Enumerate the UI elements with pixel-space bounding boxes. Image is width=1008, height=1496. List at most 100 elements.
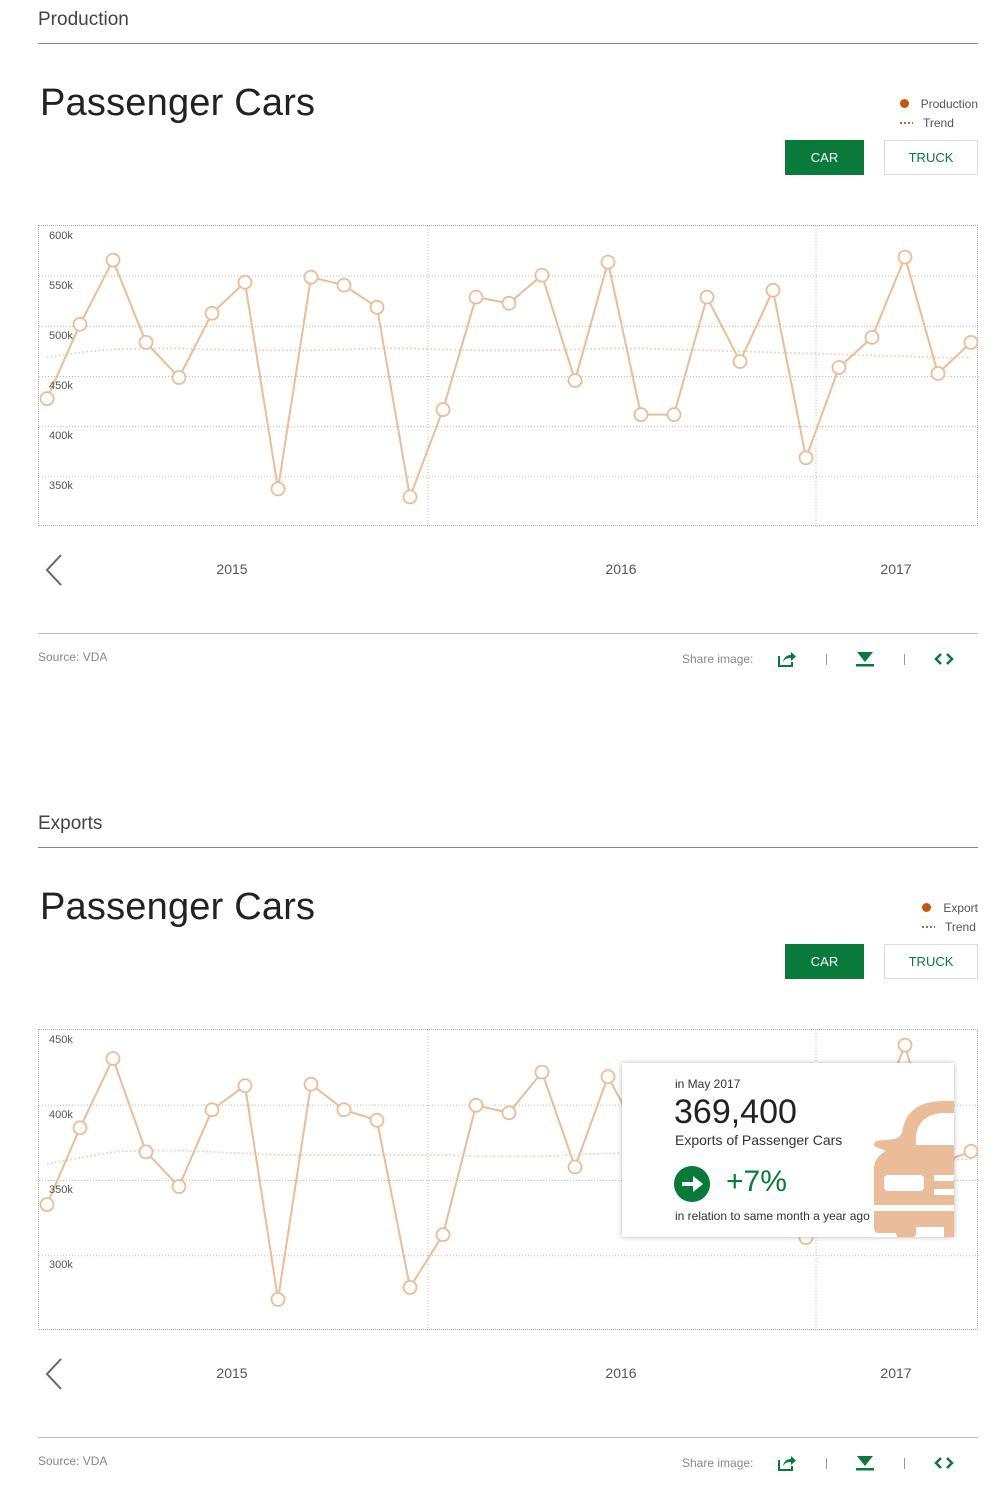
data-point xyxy=(897,249,913,265)
separator xyxy=(904,1458,905,1469)
data-point xyxy=(171,370,187,385)
production-section: Production Passenger Cars Production Tre… xyxy=(0,0,1008,700)
tooltip-change: +7% xyxy=(726,1165,787,1198)
embed-icon[interactable] xyxy=(934,650,954,668)
section-label: Production xyxy=(38,9,129,30)
data-point xyxy=(435,1227,451,1243)
share-icon[interactable] xyxy=(777,1454,797,1472)
legend-item-series: Export xyxy=(921,898,978,917)
tooltip-description: Exports of Passenger Cars xyxy=(675,1132,843,1148)
y-tick-label: 400k xyxy=(49,430,73,442)
data-point xyxy=(336,1102,352,1118)
production-chart-svg xyxy=(39,226,979,527)
x-tick-label: 2016 xyxy=(605,561,637,577)
tooltip-value: 369,400 xyxy=(674,1093,797,1131)
data-point xyxy=(237,274,253,290)
legend-label-trend: Trend xyxy=(923,115,954,130)
data-point xyxy=(435,402,451,418)
data-point xyxy=(468,289,484,305)
y-tick-label: 600k xyxy=(49,230,73,242)
download-icon[interactable] xyxy=(855,650,875,668)
x-tick-label: 2015 xyxy=(216,1365,248,1381)
data-point xyxy=(600,1069,616,1085)
chart-title: Passenger Cars xyxy=(40,886,316,928)
y-tick-label: 500k xyxy=(49,330,73,342)
car-icon xyxy=(874,1101,954,1237)
legend-item-series: Production xyxy=(899,94,978,113)
data-point xyxy=(402,1279,418,1295)
truck-button[interactable]: TRUCK xyxy=(884,140,978,175)
data-point xyxy=(567,1159,583,1175)
footer-divider xyxy=(38,1437,978,1438)
data-point xyxy=(138,335,154,350)
data-point xyxy=(765,282,781,298)
embed-icon[interactable] xyxy=(934,1454,954,1472)
data-point xyxy=(831,360,847,375)
share-label: Share image: xyxy=(682,652,754,666)
legend-item-trend: Trend xyxy=(921,917,978,936)
data-point xyxy=(600,254,616,270)
legend-dot-icon xyxy=(922,903,932,912)
chart-legend: Export Trend xyxy=(921,898,978,936)
data-point xyxy=(39,1197,55,1213)
data-point xyxy=(699,289,715,305)
data-point xyxy=(402,489,418,505)
data-point xyxy=(270,481,286,497)
download-icon[interactable] xyxy=(855,1454,875,1472)
legend-dotted-line-icon xyxy=(921,925,935,928)
data-point xyxy=(534,1064,550,1080)
data-point xyxy=(732,354,748,369)
data-point xyxy=(798,450,814,466)
separator xyxy=(826,654,827,665)
y-tick-label: 300k xyxy=(49,1259,73,1271)
source-label: Source: VDA xyxy=(38,650,108,664)
car-button[interactable]: CAR xyxy=(785,944,864,979)
data-point xyxy=(567,373,583,388)
data-point xyxy=(270,1291,286,1307)
data-point xyxy=(72,1120,88,1136)
data-point xyxy=(204,305,220,321)
legend-dotted-line-icon xyxy=(899,121,913,124)
data-point xyxy=(897,1037,913,1053)
data-point xyxy=(105,252,121,268)
data-point xyxy=(666,407,682,423)
data-point xyxy=(468,1097,484,1113)
legend-item-trend: Trend xyxy=(899,113,978,132)
source-label: Source: VDA xyxy=(38,1454,108,1468)
section-divider xyxy=(38,43,978,44)
data-point xyxy=(501,1105,517,1121)
y-tick-label: 550k xyxy=(49,280,73,292)
data-point xyxy=(963,335,979,350)
data-point xyxy=(963,1143,979,1159)
chevron-left-icon[interactable] xyxy=(42,1356,66,1392)
footer-divider xyxy=(38,633,978,634)
chart-title: Passenger Cars xyxy=(40,82,316,124)
share-icon[interactable] xyxy=(777,650,797,668)
section-divider xyxy=(38,847,978,848)
data-point xyxy=(336,277,352,293)
data-point xyxy=(138,1144,154,1160)
data-point xyxy=(237,1078,253,1094)
separator xyxy=(826,1458,827,1469)
data-point xyxy=(171,1179,187,1194)
data-point xyxy=(72,316,88,332)
truck-button[interactable]: TRUCK xyxy=(884,944,978,979)
car-button[interactable]: CAR xyxy=(785,140,864,175)
y-tick-label: 450k xyxy=(49,380,73,392)
tooltip-month: in May 2017 xyxy=(675,1077,741,1091)
chart-plot-area: 600k 550k 500k 450k 400k 350k xyxy=(38,225,979,527)
legend-label-trend: Trend xyxy=(945,919,976,934)
y-tick-label: 350k xyxy=(49,1184,73,1196)
x-tick-label: 2015 xyxy=(216,561,248,577)
tooltip-note: in relation to same month a year ago xyxy=(675,1209,870,1223)
data-tooltip: in May 2017 369,400 Exports of Passenger… xyxy=(622,1063,954,1237)
data-point xyxy=(39,391,55,407)
data-point xyxy=(534,267,550,283)
chevron-left-icon[interactable] xyxy=(42,552,66,588)
x-tick-label: 2017 xyxy=(880,1365,912,1381)
legend-dot-icon xyxy=(899,99,909,108)
data-point xyxy=(303,1076,319,1092)
data-point xyxy=(303,269,319,285)
section-label: Exports xyxy=(38,813,103,834)
separator xyxy=(904,654,905,665)
